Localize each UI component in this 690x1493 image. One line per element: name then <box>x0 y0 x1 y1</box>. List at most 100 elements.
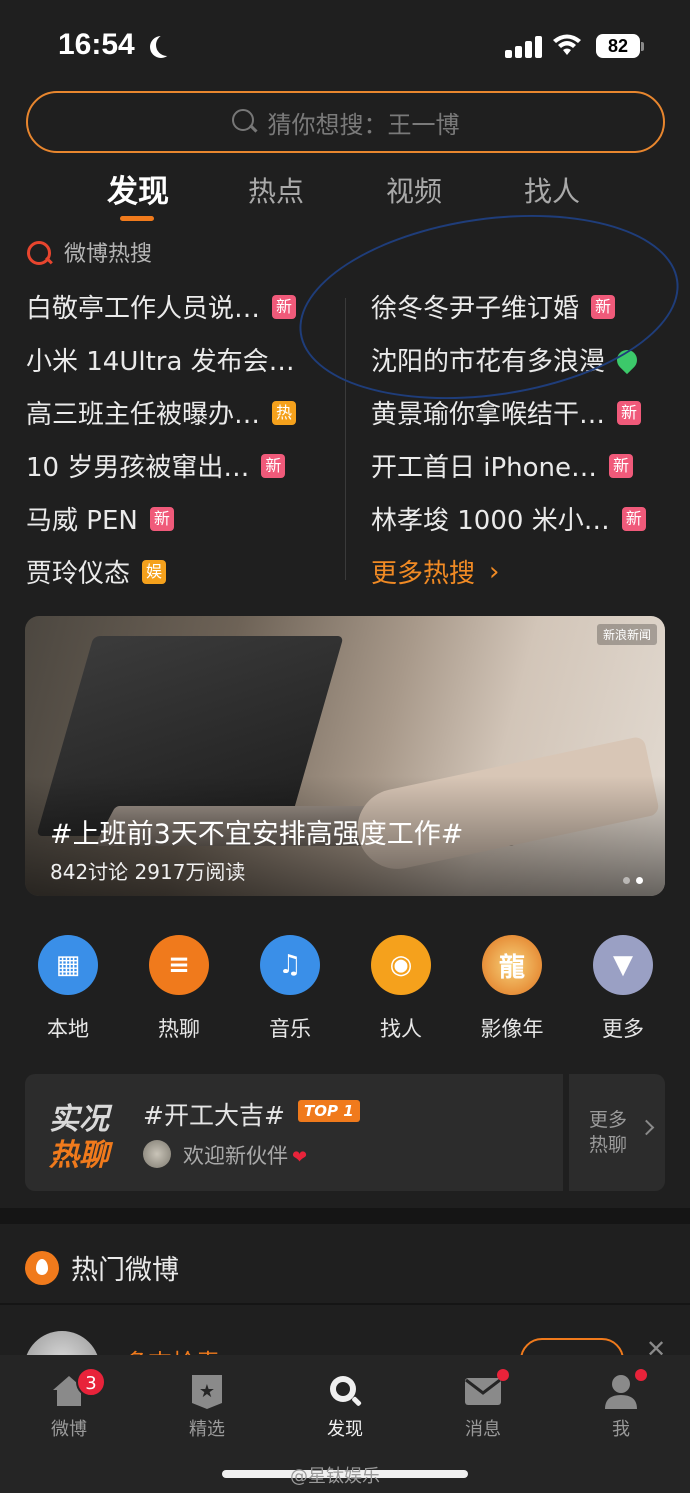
entry-label: 更多 <box>602 1017 644 1041</box>
hot-search-header[interactable]: 微博热搜 <box>26 236 152 268</box>
hot-search-item[interactable]: 高三班主任被曝办… 热 <box>26 386 326 439</box>
entry-find-people[interactable]: ◉ 找人 <box>361 935 441 1043</box>
hot-search-item-text: 林孝埈 1000 米小… <box>371 506 610 536</box>
mail-icon <box>464 1369 509 1409</box>
hot-search-item[interactable]: 10 岁男孩被窜出… 新 <box>26 439 326 492</box>
hot-search-item[interactable]: 林孝埈 1000 米小… 新 <box>371 492 671 545</box>
entry-more[interactable]: ▼ 更多 <box>583 935 663 1043</box>
music-icon: ♫ <box>260 935 320 995</box>
discover-search-icon <box>326 1373 364 1409</box>
watermark: @星钛娱乐 <box>290 1466 380 1487</box>
live-tag-line2: 热聊 <box>49 1138 109 1173</box>
more-hot-chat-button[interactable]: 更多热聊 <box>569 1074 665 1191</box>
hot-search-item-text: 小米 14Ultra 发布会… <box>26 347 295 377</box>
hot-search-left-column: 白敬亭工作人员说… 新 小米 14Ultra 发布会… 高三班主任被曝办… 热 10… <box>26 280 326 598</box>
live-subtitle: 欢迎新伙伴 ❤ <box>183 1144 308 1168</box>
avatar <box>143 1140 171 1168</box>
status-bar: 16:54 82 <box>0 0 690 90</box>
person-search-icon: ◉ <box>371 935 431 995</box>
top-tabs: 发现 热点 视频 找人 <box>0 164 690 224</box>
new-badge: 新 <box>621 506 646 531</box>
hot-search-item-text: 白敬亭工作人员说… <box>26 294 261 324</box>
battery-tip <box>641 42 644 51</box>
tab-hot[interactable]: 热点 <box>248 170 304 210</box>
battery-indicator: 82 <box>596 34 640 58</box>
hot-search-item-text: 开工首日 iPhone… <box>371 453 598 483</box>
building-icon: ▦ <box>38 935 98 995</box>
heart-icon: ❤ <box>292 1147 308 1168</box>
section-divider <box>0 1208 690 1224</box>
nav-label: 精选 <box>189 1419 225 1440</box>
tab-video[interactable]: 视频 <box>386 170 442 210</box>
chevron-right-icon <box>638 1119 655 1136</box>
banner-title: #上班前3天不宜安排高强度工作# <box>50 819 464 850</box>
entry-label: 本地 <box>47 1017 89 1041</box>
nav-messages[interactable]: 消息 <box>443 1369 523 1441</box>
unread-dot <box>497 1369 509 1381</box>
topic-banner[interactable]: 新浪新闻 #上班前3天不宜安排高强度工作# 842讨论 2917万阅读 <box>25 616 665 896</box>
hot-search-item-text: 黄景瑜你拿喉结干… <box>371 400 606 430</box>
wifi-icon <box>553 34 581 55</box>
entry-image-year[interactable]: 龍 影像年 <box>472 935 552 1043</box>
sina-news-logo: 新浪新闻 <box>596 624 657 645</box>
hot-search-icon <box>26 238 54 266</box>
nav-me[interactable]: 我 <box>581 1369 661 1441</box>
hot-search-item[interactable]: 开工首日 iPhone… 新 <box>371 439 671 492</box>
live-topic: #开工大吉# <box>143 1101 285 1130</box>
person-icon <box>602 1369 647 1409</box>
unread-dot <box>635 1369 647 1381</box>
entry-music[interactable]: ♫ 音乐 <box>250 935 330 1043</box>
new-badge: 新 <box>272 294 297 319</box>
nav-discover[interactable]: 发现 <box>305 1373 385 1441</box>
unread-count-badge: 3 <box>76 1367 106 1397</box>
search-placeholder: 猜你想搜：王一博 <box>267 110 460 139</box>
hot-search-item[interactable]: 贾玲仪态娱 <box>26 545 326 598</box>
status-time: 16:54 <box>58 28 135 61</box>
nav-label: 消息 <box>465 1419 501 1440</box>
more-hot-search-link[interactable]: 更多热搜 › <box>371 545 671 598</box>
hot-search-item[interactable]: 马威 PEN 新 <box>26 492 326 545</box>
hot-search-item-text: 贾玲仪态 <box>26 559 131 589</box>
live-chat-card[interactable]: 实况 热聊 #开工大吉# TOP 1 欢迎新伙伴 ❤ <box>25 1074 563 1191</box>
chat-icon: ≡ <box>149 935 209 995</box>
hot-search-title: 微博热搜 <box>64 242 153 267</box>
nav-label: 微博 <box>51 1419 87 1440</box>
hot-search-item-text: 马威 PEN <box>26 506 138 536</box>
home-icon: 3 <box>50 1367 106 1409</box>
entry-label: 音乐 <box>269 1017 311 1041</box>
rank-badge: TOP 1 <box>298 1100 360 1122</box>
chevron-right-icon: › <box>489 556 500 587</box>
chevron-down-icon: ▼ <box>593 935 653 995</box>
hot-search-item-text: 高三班主任被曝办… <box>26 400 261 430</box>
entry-local[interactable]: ▦ 本地 <box>28 935 108 1043</box>
hot-badge: 热 <box>272 400 297 425</box>
fire-icon <box>25 1250 59 1285</box>
new-badge: 新 <box>617 400 642 425</box>
more-hot-search-label: 更多热搜 <box>371 559 476 589</box>
search-input[interactable]: 猜你想搜：王一博 <box>26 91 665 153</box>
new-badge: 新 <box>609 453 634 478</box>
tab-discover[interactable]: 发现 <box>107 166 169 211</box>
search-icon <box>231 109 258 135</box>
tab-find-people[interactable]: 找人 <box>524 170 580 210</box>
dragon-icon: 龍 <box>482 935 542 995</box>
hot-weibo-header: 热门微博 <box>25 1248 179 1287</box>
hot-search-item[interactable]: 小米 14Ultra 发布会… <box>26 333 326 386</box>
star-bookmark-icon: ★ <box>188 1373 226 1409</box>
quick-entries: ▦ 本地 ≡ 热聊 ♫ 音乐 ◉ 找人 龍 影像年 ▼ 更多 <box>0 935 690 1045</box>
hot-weibo-title: 热门微博 <box>71 1255 179 1286</box>
new-badge: 新 <box>149 506 174 531</box>
nav-weibo[interactable]: 3 微博 <box>29 1367 109 1441</box>
carousel-dots <box>617 869 643 888</box>
entertainment-badge: 娱 <box>142 559 167 584</box>
more-hot-chat-label: 更多热聊 <box>589 1109 628 1156</box>
nav-label: 我 <box>612 1419 630 1440</box>
svg-text:★: ★ <box>199 1381 215 1402</box>
nav-featured[interactable]: ★ 精选 <box>167 1373 247 1441</box>
entry-hot-chat[interactable]: ≡ 热聊 <box>139 935 219 1043</box>
banner-stats: 842讨论 2917万阅读 <box>50 860 246 884</box>
hot-search-item-text: 10 岁男孩被窜出… <box>26 453 250 483</box>
entry-label: 影像年 <box>480 1017 544 1041</box>
hot-search-item[interactable]: 白敬亭工作人员说… 新 <box>26 280 326 333</box>
entry-label: 找人 <box>380 1017 422 1041</box>
